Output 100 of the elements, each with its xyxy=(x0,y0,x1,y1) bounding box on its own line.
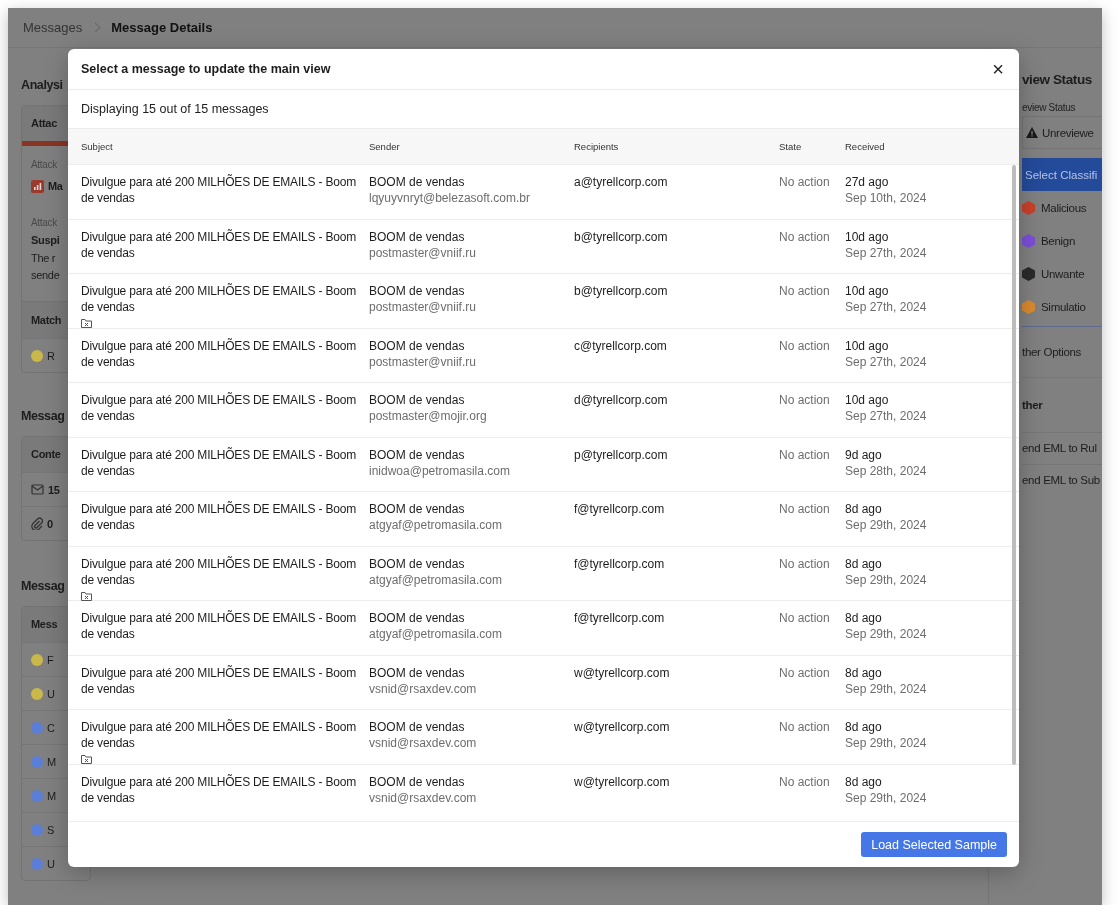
received-date: Sep 29th, 2024 xyxy=(845,789,928,806)
received-date: Sep 29th, 2024 xyxy=(845,517,928,533)
breadcrumb-link[interactable]: Message Details xyxy=(111,20,213,35)
paperclip-icon xyxy=(31,517,43,530)
sender-email: vsnid@rsaxdev.com xyxy=(369,680,478,697)
subject-text[interactable]: Divulgue para até 200 MILHÕES DE EMAILS - Boom de vendas xyxy=(81,664,365,697)
subject-text[interactable]: Divulgue para até 200 MILHÕES DE EMAILS - Boom de vendas xyxy=(81,392,365,424)
section-heading: Messag xyxy=(21,578,65,595)
recipient-email: w@tyrellcorp.com xyxy=(574,774,670,789)
sender-email: vsnid@rsaxdev.com xyxy=(369,789,478,806)
column-header[interactable]: Sender xyxy=(369,129,574,164)
sender-email: lqyuyvnryt@belezasoft.com.br xyxy=(369,190,531,206)
scrollbar[interactable] xyxy=(1012,165,1016,765)
sender-name: BOOM de vendas xyxy=(369,447,465,462)
column-header[interactable]: Received xyxy=(845,129,1019,164)
state-text: No action xyxy=(779,284,830,298)
item-text: U xyxy=(47,687,55,700)
received-date: Sep 29th, 2024 xyxy=(845,735,928,751)
sender-name: BOOM de vendas xyxy=(369,502,465,516)
received-date: Sep 29th, 2024 xyxy=(845,571,928,588)
state-text: No action xyxy=(779,229,830,244)
item-text: 0 xyxy=(47,517,53,530)
section-heading: ther xyxy=(1022,398,1044,413)
sender-name: BOOM de vendas xyxy=(369,611,465,625)
recipient-email: f@tyrellcorp.com xyxy=(574,502,665,516)
sender-email: postmaster@vniif.ru xyxy=(369,244,477,261)
sender-name: BOOM de vendas xyxy=(369,175,465,189)
state-text: No action xyxy=(779,611,830,625)
sender-name: BOOM de vendas xyxy=(369,774,465,789)
subject-text[interactable]: Divulgue para até 200 MILHÕES DE EMAILS - Boom de vendas xyxy=(81,719,365,751)
finding-title: Suspi xyxy=(30,233,60,248)
recipient-email: b@tyrellcorp.com xyxy=(574,284,668,298)
classify-button[interactable]: Select Classifi xyxy=(1022,158,1102,191)
subject-text[interactable]: Divulgue para até 200 MILHÕES DE EMAILS - Boom de vendas xyxy=(81,228,365,261)
state-text: No action xyxy=(779,720,830,734)
state-text: No action xyxy=(779,338,830,353)
state-text: No action xyxy=(779,665,830,680)
received-ago: 9d ago xyxy=(845,447,882,462)
section-heading: Messag xyxy=(21,408,65,425)
action-button[interactable]: end EML to Rul xyxy=(1022,432,1102,464)
sender-name: BOOM de vendas xyxy=(369,229,465,244)
menu-item[interactable]: Benign xyxy=(1041,234,1075,247)
sender-email: postmaster@mojir.org xyxy=(369,408,488,424)
column-header[interactable]: Recipients xyxy=(574,129,779,164)
state-text: No action xyxy=(779,447,830,462)
state-text: No action xyxy=(779,556,830,571)
received-ago: 27d ago xyxy=(845,175,889,189)
menu-item[interactable]: Simulatio xyxy=(1041,300,1086,313)
chart-icon xyxy=(31,179,44,193)
received-ago: 10d ago xyxy=(845,338,889,353)
sender-email: inidwoa@petromasila.com xyxy=(369,462,511,479)
sender-name: BOOM de vendas xyxy=(369,284,465,298)
received-ago: 10d ago xyxy=(845,284,889,298)
recipient-email: p@tyrellcorp.com xyxy=(574,447,668,462)
dialog-title: Select a message to update the main view xyxy=(81,62,331,76)
action-button[interactable]: end EML to Sub xyxy=(1022,464,1102,496)
section-heading: Analysi xyxy=(21,77,63,94)
sender-name: BOOM de vendas xyxy=(369,393,465,407)
state-text: No action xyxy=(779,393,830,407)
close-button[interactable]: × xyxy=(990,59,1006,79)
item-text: S xyxy=(47,823,55,836)
sender-email: atgyaf@petromasila.com xyxy=(369,571,503,588)
sender-name: BOOM de vendas xyxy=(369,665,465,680)
sender-name: BOOM de vendas xyxy=(369,338,465,353)
sender-name: BOOM de vendas xyxy=(369,720,465,734)
received-date: Sep 29th, 2024 xyxy=(845,680,928,697)
warning-icon xyxy=(1026,127,1038,138)
column-header[interactable]: State xyxy=(779,129,845,164)
item-text: R xyxy=(47,349,55,362)
recipient-email: w@tyrellcorp.com xyxy=(574,665,670,680)
item-text: Ma xyxy=(48,180,63,192)
sender-email: postmaster@vniif.ru xyxy=(369,299,477,315)
received-date: Sep 27th, 2024 xyxy=(845,408,928,424)
menu-item[interactable]: Malicious xyxy=(1041,201,1087,214)
description-text: The r xyxy=(30,250,56,266)
received-ago: 8d ago xyxy=(845,611,882,625)
item-text: M xyxy=(47,755,56,768)
subject-text[interactable]: Divulgue para até 200 MILHÕES DE EMAILS - Boom de vendas xyxy=(81,174,365,206)
received-ago: 10d ago xyxy=(845,229,889,244)
subject-text[interactable]: Divulgue para até 200 MILHÕES DE EMAILS - Boom de vendas xyxy=(81,555,365,588)
load-button[interactable]: Load Selected Sample xyxy=(861,832,1007,857)
received-date: Sep 29th, 2024 xyxy=(845,626,928,642)
received-ago: 8d ago xyxy=(845,502,882,516)
sender-email: postmaster@vniif.ru xyxy=(369,353,477,370)
subject-text[interactable]: Divulgue para até 200 MILHÕES DE EMAILS - Boom de vendas xyxy=(81,773,365,806)
menu-item[interactable]: Unwante xyxy=(1041,267,1085,280)
subject-text[interactable]: Divulgue para até 200 MILHÕES DE EMAILS - Boom de vendas xyxy=(81,501,365,533)
recipient-email: w@tyrellcorp.com xyxy=(574,720,670,734)
received-date: Sep 27th, 2024 xyxy=(845,353,928,370)
recipient-email: d@tyrellcorp.com xyxy=(574,393,668,407)
received-ago: 8d ago xyxy=(845,720,882,734)
received-date: Sep 10th, 2024 xyxy=(845,190,928,206)
received-date: Sep 27th, 2024 xyxy=(845,299,928,315)
status-field[interactable]: Unreviewe xyxy=(1022,116,1102,149)
received-date: Sep 27th, 2024 xyxy=(845,244,928,261)
item-text: C xyxy=(47,721,55,734)
sender-email: atgyaf@petromasila.com xyxy=(369,626,503,642)
subject-text[interactable]: Divulgue para até 200 MILHÕES DE EMAILS - Boom de vendas xyxy=(81,337,365,370)
item-text: 15 xyxy=(48,483,60,496)
sender-email: vsnid@rsaxdev.com xyxy=(369,735,478,751)
